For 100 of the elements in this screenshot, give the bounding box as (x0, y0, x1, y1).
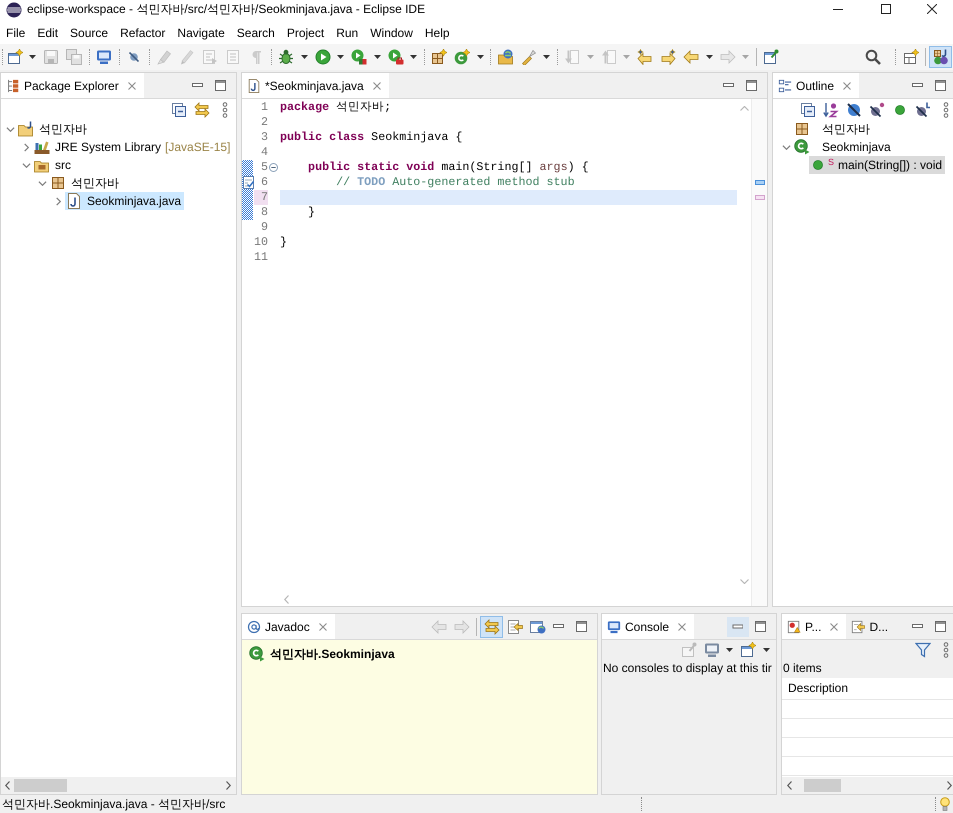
crossed-circle-dot-icon[interactable] (868, 102, 884, 118)
tree-item[interactable]: 석민자바 (49, 174, 122, 192)
window-globe-icon[interactable] (530, 618, 546, 634)
tab[interactable]: Package Explorer (1, 73, 144, 98)
search-icon[interactable] (864, 49, 880, 65)
scrollbar-thumb[interactable] (804, 779, 841, 792)
dropdown-caret-icon[interactable] (706, 55, 712, 59)
toggle-button[interactable] (929, 46, 952, 68)
dropdown-caret-icon[interactable] (29, 55, 36, 59)
menu-item[interactable]: Project (280, 24, 330, 42)
window-sparkle-icon[interactable] (6, 49, 22, 65)
close-icon[interactable] (927, 4, 937, 14)
tree-item[interactable]: 석민자바 (17, 120, 90, 138)
monitor-icon[interactable] (704, 642, 720, 658)
task-mark-icon[interactable] (754, 180, 764, 185)
menu-item[interactable]: Search (230, 24, 281, 42)
crossed-circle-icon[interactable] (846, 102, 862, 118)
play-bar-icon[interactable] (351, 49, 367, 65)
code-line: public class Seokminjava { (280, 130, 462, 144)
view-menu-icon[interactable] (942, 102, 948, 118)
chevron-right-icon[interactable] (54, 196, 62, 206)
collapse-all-icon[interactable] (800, 102, 816, 118)
scroll-right-icon[interactable] (226, 781, 231, 790)
scrollbar-thumb[interactable] (14, 779, 67, 792)
dropdown-caret-icon[interactable] (410, 55, 417, 59)
menu-item[interactable]: Refactor (114, 24, 172, 42)
line-number: 9 (260, 220, 268, 235)
tree-item[interactable]: S main(String[]) : void (809, 156, 946, 174)
tree-item[interactable]: src (33, 156, 74, 174)
monitor-icon[interactable] (96, 49, 112, 65)
dropdown-caret-icon[interactable] (337, 55, 344, 59)
tree-item[interactable]: JRE System Library [JavaSE-15] (33, 138, 234, 156)
scroll-left-icon[interactable] (787, 781, 792, 790)
flashlight-icon[interactable] (520, 49, 536, 65)
folder-globe-icon[interactable] (498, 49, 514, 65)
library-books-icon (34, 139, 50, 155)
package-icon (794, 121, 810, 137)
tab[interactable]: *Seokminjava.java (242, 73, 389, 98)
chevron-down-icon[interactable] (38, 178, 46, 188)
dropdown-caret-icon[interactable] (543, 55, 550, 59)
menu-item[interactable]: Navigate (171, 24, 231, 42)
menu-item[interactable]: Help (418, 24, 456, 42)
filter-icon[interactable] (914, 642, 930, 658)
column-header[interactable]: Description (782, 678, 854, 699)
menu-item[interactable]: Source (64, 24, 114, 42)
box-circles-icon[interactable] (932, 49, 948, 65)
view-menu-icon[interactable] (222, 102, 228, 118)
tree-item[interactable]: 석민자바 (793, 120, 873, 138)
dropdown-caret-icon[interactable] (762, 648, 770, 652)
lightbulb-icon[interactable] (940, 797, 950, 811)
dropdown-caret-icon[interactable] (300, 55, 308, 59)
folder-j-icon (18, 121, 34, 137)
document-arrow-icon[interactable] (506, 618, 522, 634)
collapse-all-icon[interactable] (170, 102, 186, 118)
tab[interactable]: P... (782, 614, 846, 639)
minus-circle-icon[interactable] (269, 163, 278, 172)
tree-item[interactable]: Seokminjava (793, 138, 894, 156)
javadoc-heading: 석민자바.Seokminjava (270, 646, 395, 662)
tab[interactable]: D... (846, 614, 896, 639)
scroll-right-icon[interactable] (947, 781, 952, 790)
line-number: 3 (260, 130, 268, 145)
tab[interactable]: Javadoc (242, 614, 335, 639)
link-arrows-icon[interactable] (484, 618, 500, 634)
horizontal-scrollbar[interactable] (1, 777, 236, 794)
scroll-left-icon[interactable] (5, 781, 10, 790)
crossed-circle-corner-icon[interactable] (914, 102, 930, 118)
chevron-down-icon[interactable] (6, 124, 14, 134)
menu-item[interactable]: File (0, 24, 32, 42)
tree-item[interactable]: Seokminjava.java (65, 192, 184, 210)
tab[interactable]: Console (602, 614, 694, 639)
circle-icon[interactable] (894, 104, 904, 114)
play-icon[interactable] (314, 49, 330, 65)
view-menu-icon[interactable] (942, 642, 948, 658)
window-pin-icon[interactable] (763, 49, 779, 65)
c-circle-sparkle-icon[interactable] (454, 49, 470, 65)
line-number: 7 (254, 190, 268, 205)
window-sparkle-icon[interactable] (740, 642, 756, 658)
hierarchy-icon (6, 78, 20, 92)
link-arrows-icon[interactable] (194, 102, 210, 118)
chevron-down-icon[interactable] (782, 142, 790, 152)
sort-icon[interactable] (822, 102, 838, 118)
toggle-button[interactable] (480, 616, 503, 638)
back-arrow-icon[interactable] (683, 49, 699, 65)
dropdown-caret-icon[interactable] (726, 648, 733, 652)
crossed-circle-icon[interactable] (129, 52, 139, 62)
menu-item[interactable]: Window (364, 24, 419, 42)
menu-item[interactable]: Run (330, 24, 364, 42)
menu-item[interactable]: Edit (31, 24, 64, 42)
maximize-icon[interactable] (881, 4, 891, 14)
forward-arrow-star-icon[interactable] (660, 49, 676, 65)
play-toolbox-icon[interactable] (388, 49, 404, 65)
tab[interactable]: Outline (773, 73, 860, 98)
back-arrow-star-icon[interactable] (637, 49, 653, 65)
bug-icon[interactable] (278, 49, 294, 65)
chevron-right-icon[interactable] (22, 142, 30, 152)
chevron-down-icon[interactable] (22, 160, 30, 170)
box-sparkle-icon[interactable] (431, 49, 447, 65)
layout-sparkle-icon[interactable] (902, 49, 918, 65)
dropdown-caret-icon[interactable] (374, 55, 380, 59)
dropdown-caret-icon[interactable] (476, 55, 484, 59)
